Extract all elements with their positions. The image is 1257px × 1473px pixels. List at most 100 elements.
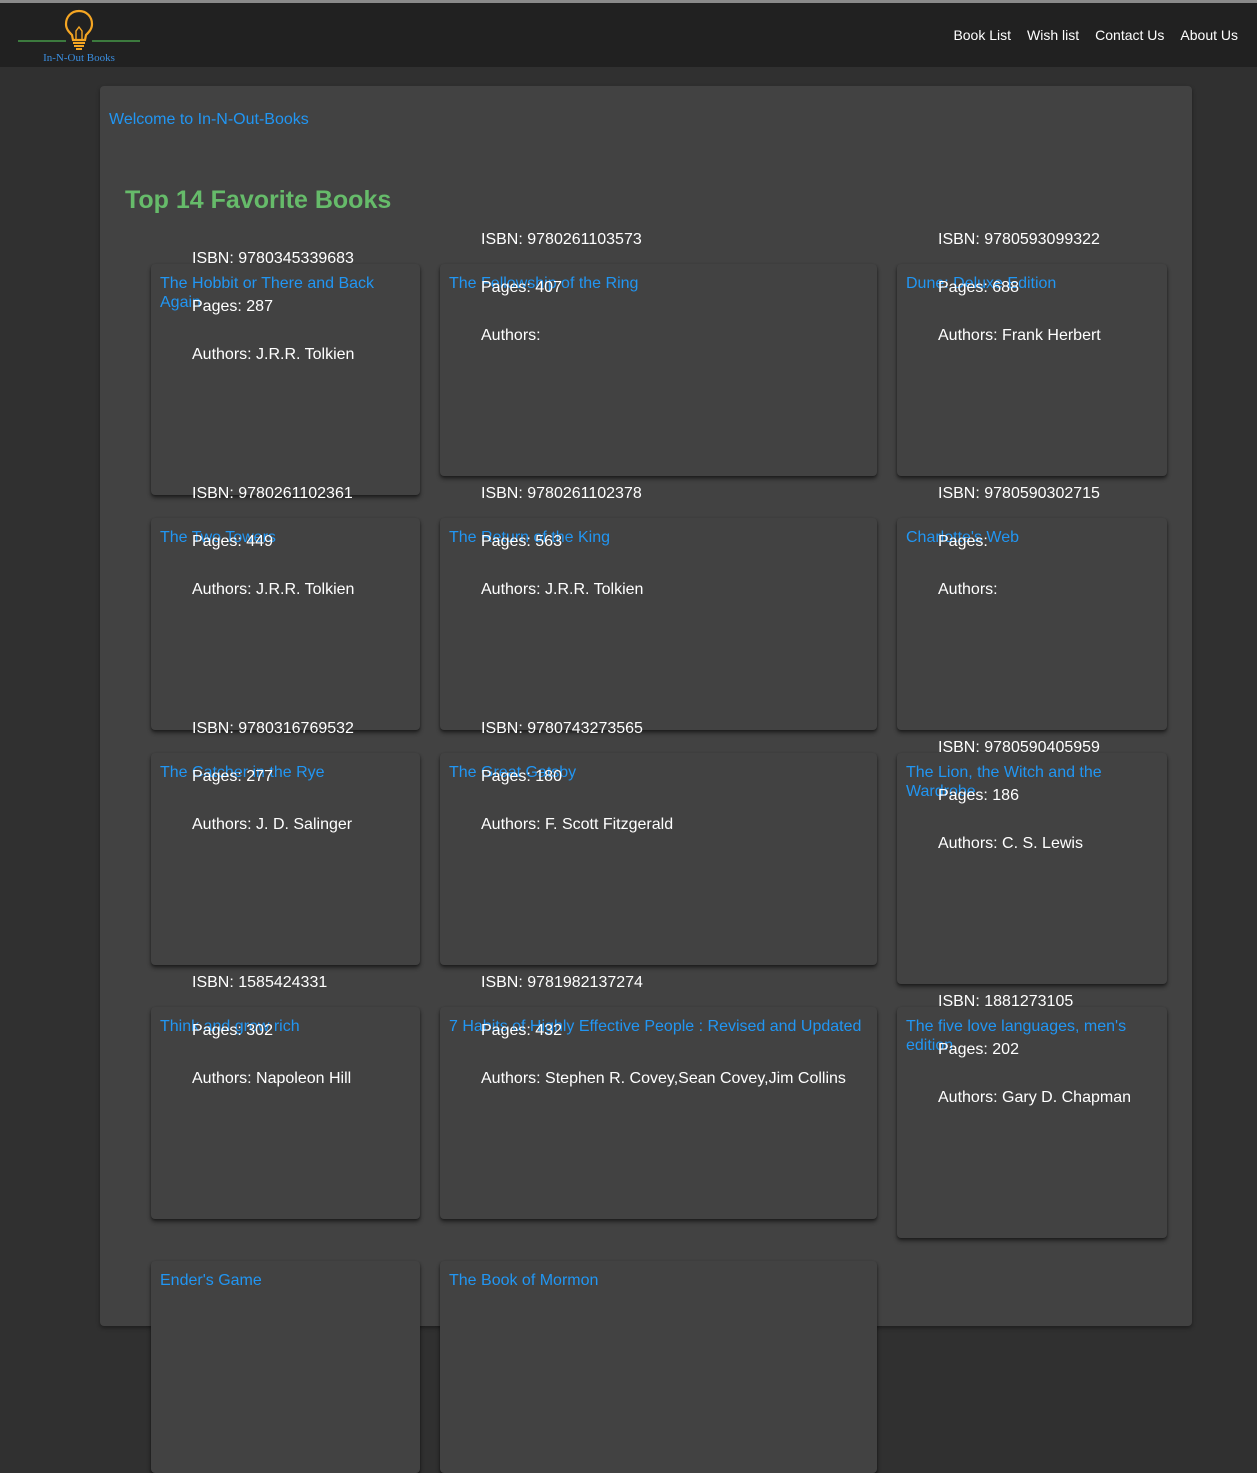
book-isbn: ISBN: 9780261103573 — [481, 230, 642, 278]
book-pages-value: 563 — [535, 533, 562, 550]
book-isbn-label: ISBN: — [192, 485, 234, 502]
book-authors-label: Authors: — [938, 327, 998, 344]
book-pages: Pages: 688 — [938, 278, 1101, 326]
book-authors: Authors: Stephen R. Covey,Sean Covey,Jim… — [481, 1069, 846, 1117]
book-pages-label: Pages: — [192, 533, 242, 550]
book-isbn-label: ISBN: — [481, 485, 523, 502]
lightbulb-icon — [18, 9, 140, 50]
book-isbn-label: ISBN: — [938, 231, 980, 248]
book-authors-label: Authors: — [192, 581, 252, 598]
book-card: The Hobbit or There and Back Again ISBN: … — [151, 250, 420, 495]
book-authors: Authors: F. Scott Fitzgerald — [481, 815, 673, 863]
book-isbn-label: ISBN: — [481, 720, 523, 737]
logo-text: In-N-Out Books — [43, 52, 115, 64]
book-authors-value: Gary D. Chapman — [1002, 1089, 1131, 1106]
book-isbn-value: 9781982137274 — [527, 974, 643, 991]
book-authors: Authors: Gary D. Chapman — [938, 1088, 1131, 1136]
book-authors: Authors: Frank Herbert — [938, 326, 1101, 374]
book-card: 7 Habits of Highly Effective People : Re… — [440, 974, 877, 1219]
nav-book-list[interactable]: Book List — [953, 27, 1011, 43]
book-isbn-label: ISBN: — [938, 485, 980, 502]
book-details: ISBN: 9780590405959 Pages: 186 Authors: C.… — [938, 738, 1100, 882]
book-isbn-value: 9780590405959 — [984, 739, 1100, 756]
book-authors: Authors: — [481, 326, 642, 374]
book-isbn-label: ISBN: — [938, 993, 980, 1010]
book-isbn-label: ISBN: — [192, 250, 234, 267]
book-pages: Pages: 302 — [192, 1021, 351, 1069]
book-card: The Great Gatsby ISBN: 9780743273565 Pages… — [440, 720, 877, 965]
book-isbn-value: 9780261102361 — [238, 485, 353, 502]
book-authors-value: C. S. Lewis — [1002, 835, 1083, 852]
nav-about-us[interactable]: About Us — [1180, 27, 1238, 43]
book-authors-value: J.R.R. Tolkien — [256, 581, 355, 598]
book-details: ISBN: 9780345339683 Pages: 287 Authors: J.… — [192, 249, 354, 393]
book-details: ISBN: 1585424331 Pages: 302 Authors: Napol… — [192, 973, 351, 1117]
book-authors: Authors: J. D. Salinger — [192, 815, 354, 863]
book-isbn: ISBN: 9781982137274 — [481, 973, 846, 1021]
book-pages: Pages: 407 — [481, 278, 642, 326]
book-details: ISBN: 9780261103573 Pages: 407 Authors: — [481, 230, 642, 374]
book-isbn-label: ISBN: — [192, 974, 234, 991]
book-isbn-value: 9780316769532 — [238, 720, 354, 737]
book-authors-label: Authors: — [938, 835, 998, 852]
book-authors: Authors: J.R.R. Tolkien — [192, 345, 354, 393]
nav-contact-us[interactable]: Contact Us — [1095, 27, 1164, 43]
book-pages-value: 202 — [992, 1041, 1019, 1058]
book-card: The five love languages, men's edition IS… — [897, 993, 1167, 1238]
book-details: ISBN: 9781982137274 Pages: 432 Authors: St… — [481, 973, 846, 1117]
book-authors-label: Authors: — [481, 327, 541, 344]
book-isbn: ISBN: 9780316769532 — [192, 719, 354, 767]
book-isbn: ISBN: 9780590405959 — [938, 738, 1100, 786]
book-pages: Pages: 563 — [481, 532, 643, 580]
book-card: Charlotte's Web ISBN: 9780590302715 Pages:… — [897, 485, 1167, 730]
book-isbn: ISBN: 1585424331 — [192, 973, 351, 1021]
book-pages: Pages: 202 — [938, 1040, 1131, 1088]
book-pages-value: 407 — [535, 279, 562, 296]
book-title-link[interactable]: Ender's Game — [160, 1271, 412, 1290]
book-pages-label: Pages: — [481, 768, 531, 785]
book-pages: Pages: 287 — [192, 297, 354, 345]
book-isbn-value: 9780593099322 — [984, 231, 1100, 248]
book-isbn-value: 9780345339683 — [238, 250, 354, 267]
book-pages: Pages: 277 — [192, 767, 354, 815]
book-isbn: ISBN: 1881273105 — [938, 992, 1131, 1040]
nav-wish-list[interactable]: Wish list — [1027, 27, 1079, 43]
book-pages-label: Pages: — [481, 533, 531, 550]
book-pages-value: 688 — [992, 279, 1019, 296]
book-pages-value: 186 — [992, 787, 1019, 804]
book-pages-label: Pages: — [938, 1041, 988, 1058]
book-pages: Pages: 186 — [938, 786, 1100, 834]
book-authors-value: F. Scott Fitzgerald — [545, 816, 674, 833]
book-card: The Catcher in the Rye ISBN: 978031676953… — [151, 720, 420, 965]
top-nav: Book List Wish list Contact Us About Us — [953, 27, 1238, 43]
book-isbn-label: ISBN: — [192, 720, 234, 737]
book-pages-label: Pages: — [192, 298, 242, 315]
book-pages-label: Pages: — [192, 768, 242, 785]
book-details: ISBN: 9780261102361 Pages: 449 Authors: J.… — [192, 484, 354, 628]
book-isbn-label: ISBN: — [481, 974, 523, 991]
book-pages-label: Pages: — [938, 279, 988, 296]
book-authors: Authors: — [938, 580, 1100, 628]
book-details: ISBN: 9780261102378 Pages: 563 Authors: J.… — [481, 484, 643, 628]
book-card: The Fellowship of the Ring ISBN: 97802611… — [440, 231, 877, 476]
book-card: The Lion, the Witch and the Wardrobe ISBN… — [897, 739, 1167, 984]
book-authors-label: Authors: — [192, 346, 252, 363]
book-authors-label: Authors: — [938, 581, 998, 598]
book-isbn-label: ISBN: — [938, 739, 980, 756]
book-authors-value: Frank Herbert — [1002, 327, 1101, 344]
logo[interactable]: In-N-Out Books — [16, 7, 142, 65]
book-isbn: ISBN: 9780261102361 — [192, 484, 354, 532]
book-authors-value: Stephen R. Covey,Sean Covey,Jim Collins — [545, 1070, 846, 1087]
book-isbn: ISBN: 9780743273565 — [481, 719, 673, 767]
book-pages-label: Pages: — [938, 533, 988, 550]
book-card: The Two Towers ISBN: 9780261102361 Pages: … — [151, 485, 420, 730]
book-authors-label: Authors: — [481, 1070, 541, 1087]
book-authors: Authors: J.R.R. Tolkien — [192, 580, 354, 628]
book-title-link[interactable]: The Book of Mormon — [449, 1271, 869, 1290]
book-authors-label: Authors: — [192, 816, 252, 833]
toolbar: In-N-Out Books Book List Wish list Conta… — [0, 3, 1257, 67]
book-details: ISBN: 9780743273565 Pages: 180 Authors: F.… — [481, 719, 673, 863]
book-pages-value: 302 — [246, 1022, 273, 1039]
book-details: ISBN: 9780590302715 Pages: Authors: — [938, 484, 1100, 628]
book-pages-value: 287 — [246, 298, 273, 315]
